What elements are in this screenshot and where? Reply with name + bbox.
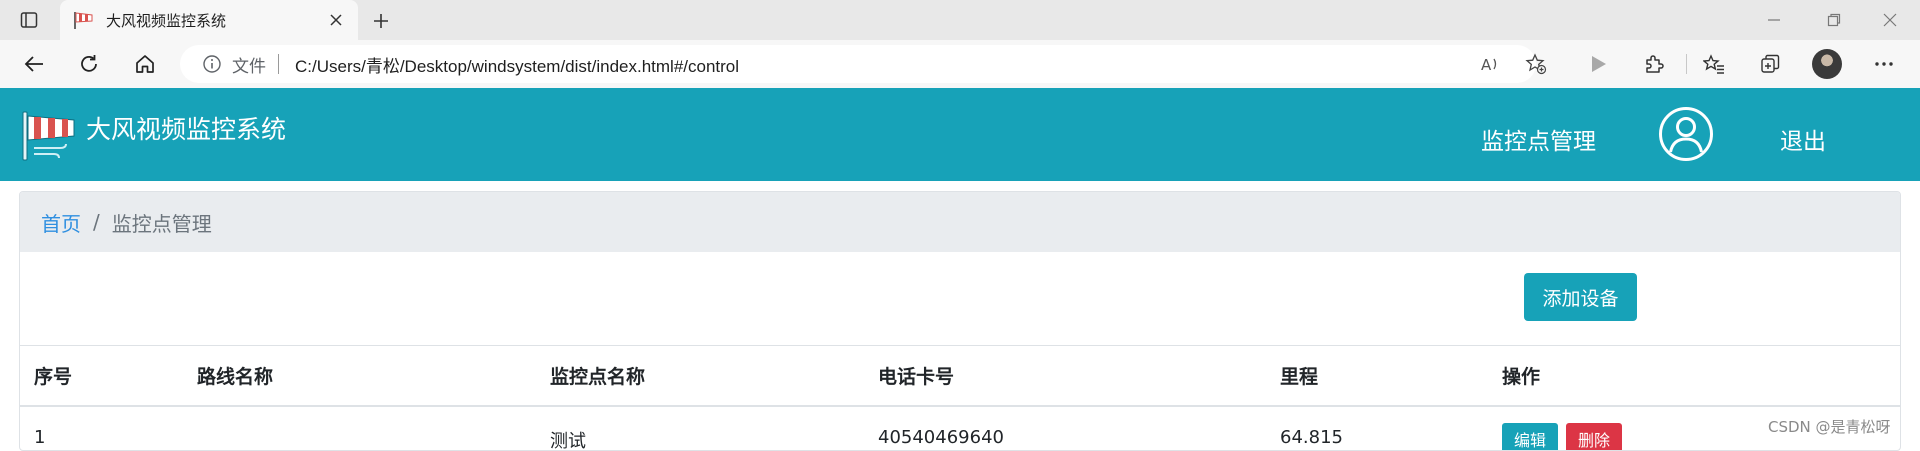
breadcrumb-current: 监控点管理 [111,211,212,236]
breadcrumb: 首页 / 监控点管理 [20,192,1900,252]
back-arrow-icon[interactable] [18,48,50,80]
collections-icon[interactable] [1754,48,1786,80]
cell-mileage: 64.815 [1280,427,1343,448]
favorites-icon[interactable] [1698,48,1730,80]
svg-text:A: A [1481,56,1492,74]
logout-link[interactable]: 退出 [1780,122,1826,156]
watermark: CSDN @是青松呀 [1768,418,1891,436]
address-bar[interactable]: 文件 C:/Users/青松/Desktop/windsystem/dist/i… [180,45,1536,83]
cell-route [197,406,550,450]
nav-monitor-points[interactable]: 监控点管理 [1481,122,1596,156]
tab-title: 大风视频监控系统 [106,11,227,30]
reload-icon[interactable] [73,48,105,80]
column-header-phone: 电话卡号 [878,346,1280,407]
windsock-icon [74,12,93,29]
close-icon[interactable] [326,10,346,30]
breadcrumb-home[interactable]: 首页 [41,208,81,237]
browser-toolbar: 文件 C:/Users/青松/Desktop/windsystem/dist/i… [0,40,1920,88]
browser-tab-strip: 大风视频监控系统 [0,0,1920,40]
read-aloud-icon[interactable]: A [1474,48,1506,80]
user-circle-icon[interactable] [1658,106,1714,162]
address-url[interactable]: C:/Users/青松/Desktop/windsystem/dist/inde… [295,52,739,77]
actions-row: 添加设备 [20,252,1900,346]
table-header-row: 序号 路线名称 监控点名称 电话卡号 里程 操作 [20,346,1900,407]
more-icon[interactable] [1868,48,1900,80]
toolbar-divider [1686,54,1687,74]
cell-name: 测试 [550,431,586,451]
column-header-index: 序号 [20,346,197,407]
browser-tab[interactable]: 大风视频监控系统 [60,0,358,40]
app-header: 大风视频监控系统 监控点管理 退出 [0,88,1920,181]
restore-icon[interactable] [1804,0,1864,40]
table-row: 1 测试 40540469640 64.815 编辑 删除 [20,406,1900,451]
column-header-name: 监控点名称 [550,346,878,407]
minimize-icon[interactable] [1744,0,1804,40]
info-icon[interactable] [202,54,222,74]
profile-avatar[interactable] [1812,49,1842,79]
monitor-table: 序号 路线名称 监控点名称 电话卡号 里程 操作 1 测试 4054046964… [20,346,1900,451]
address-scheme: 文件 [232,56,266,77]
breadcrumb-separator: / [93,210,100,234]
column-header-mileage: 里程 [1280,346,1502,407]
home-icon[interactable] [129,48,161,80]
delete-button[interactable]: 删除 [1566,423,1623,450]
add-device-button[interactable]: 添加设备 [1524,273,1637,321]
windsock-logo [22,111,75,161]
plus-icon[interactable] [368,8,394,34]
cell-phone: 40540469640 [878,427,1004,448]
address-divider [278,54,279,74]
cell-index: 1 [34,427,46,448]
window-close-icon[interactable] [1860,0,1920,40]
brand-title: 大风视频监控系统 [86,115,287,144]
puzzle-icon[interactable] [1638,48,1670,80]
star-add-icon[interactable] [1520,48,1552,80]
content-card: 首页 / 监控点管理 添加设备 序号 路线名称 监控点名称 电话卡号 里程 操作… [19,191,1901,451]
edit-button[interactable]: 编辑 [1502,423,1559,450]
play-icon[interactable] [1582,48,1614,80]
tab-actions-icon[interactable] [14,8,44,32]
column-header-route: 路线名称 [197,346,550,407]
column-header-actions: 操作 [1502,346,1900,407]
